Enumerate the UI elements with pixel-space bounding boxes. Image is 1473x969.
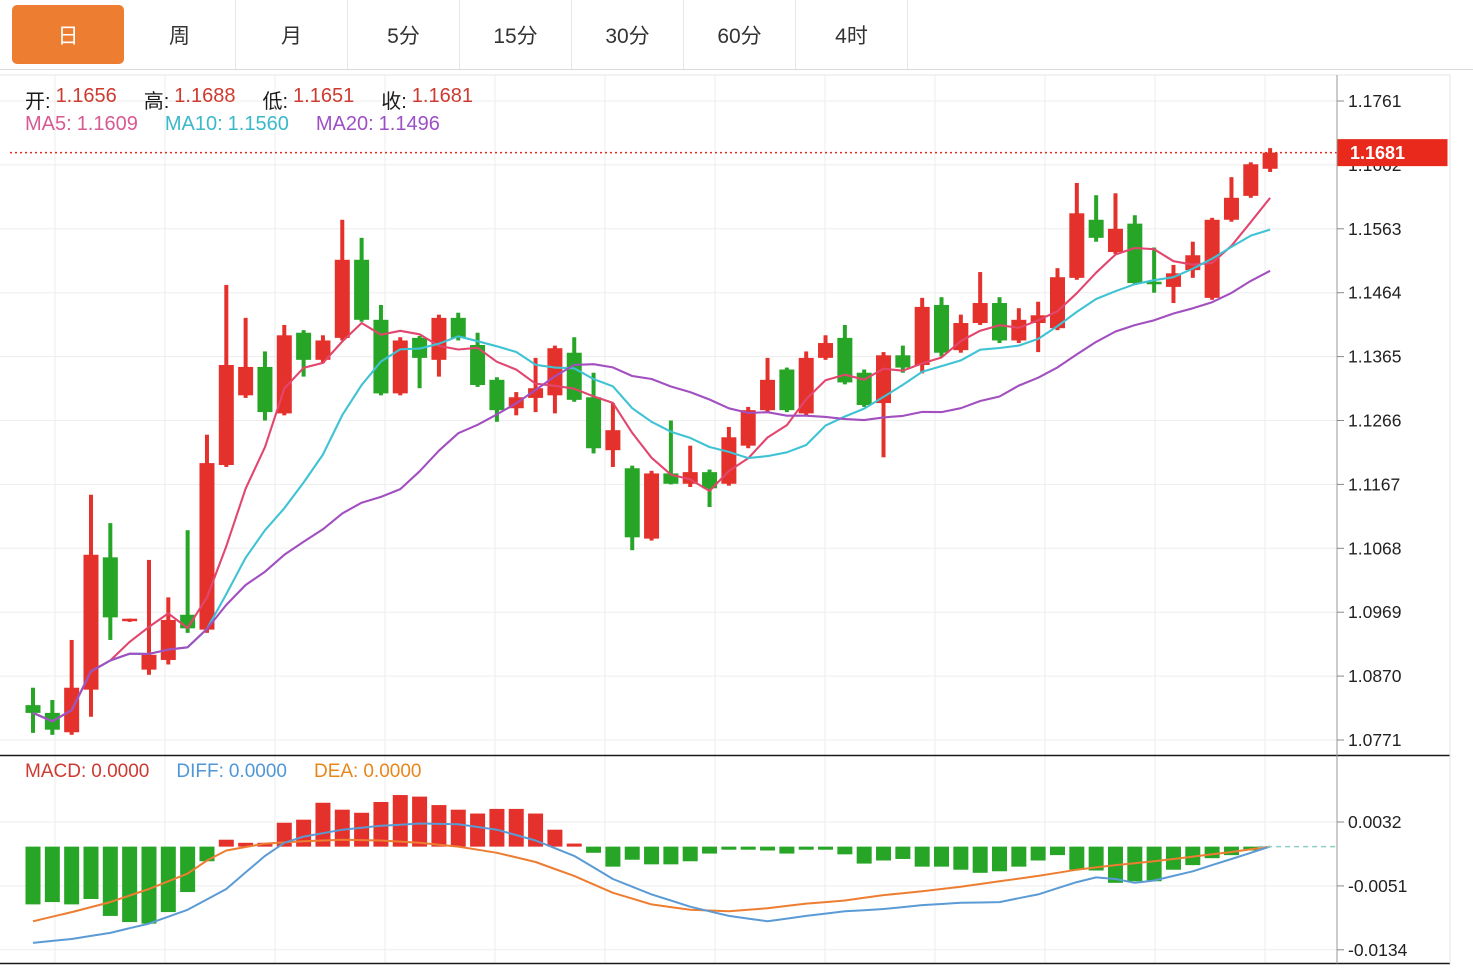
tab-30min[interactable]: 30分 bbox=[572, 0, 684, 69]
axis-label: 1.0870 bbox=[1348, 666, 1402, 686]
candlestick-chart[interactable]: 1.17611.16621.15631.14641.13651.12661.11… bbox=[0, 0, 1473, 969]
trading-chart-app: 日周月5分15分30分60分4时 1.17611.16621.15631.146… bbox=[0, 0, 1473, 969]
last-price-badge: 1.1681 bbox=[1338, 139, 1448, 166]
axis-label: 1.1464 bbox=[1348, 283, 1402, 303]
axis-label: 1.1761 bbox=[1348, 91, 1402, 111]
axis-label: 1.0969 bbox=[1348, 602, 1402, 622]
diff-line bbox=[33, 824, 1270, 943]
axis-label: 0.0032 bbox=[1348, 812, 1402, 832]
axis-label: 1.1365 bbox=[1348, 347, 1402, 367]
tab-month[interactable]: 月 bbox=[236, 0, 348, 69]
tab-15min[interactable]: 15分 bbox=[460, 0, 572, 69]
tab-5min[interactable]: 5分 bbox=[348, 0, 460, 69]
ma5-line bbox=[33, 198, 1270, 721]
axis-label: -0.0134 bbox=[1348, 940, 1408, 960]
axis-label: 1.1068 bbox=[1348, 538, 1402, 558]
axis-label: 1.1563 bbox=[1348, 219, 1402, 239]
tab-day[interactable]: 日 bbox=[12, 5, 124, 64]
tab-4hour[interactable]: 4时 bbox=[796, 0, 908, 69]
axis-label: 1.1266 bbox=[1348, 411, 1402, 431]
badge-price-text: 1.1681 bbox=[1350, 143, 1405, 163]
tab-60min[interactable]: 60分 bbox=[684, 0, 796, 69]
axis-label: 1.1167 bbox=[1348, 474, 1400, 494]
axis-label: -0.0051 bbox=[1348, 876, 1407, 896]
tab-week[interactable]: 周 bbox=[124, 0, 236, 69]
candle-series bbox=[26, 148, 1278, 735]
axis-label: 1.0771 bbox=[1348, 730, 1402, 750]
price-axis: 1.17611.16621.15631.14641.13651.12661.11… bbox=[1337, 91, 1408, 960]
timeframe-tabbar: 日周月5分15分30分60分4时 bbox=[0, 0, 1473, 70]
